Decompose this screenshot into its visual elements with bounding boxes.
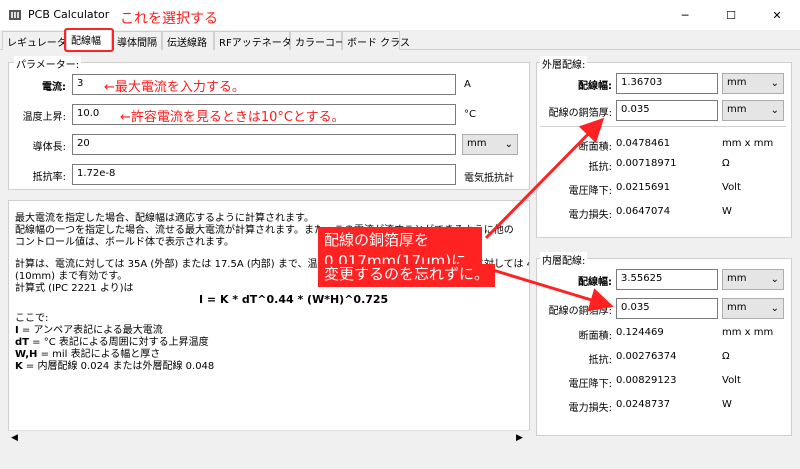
chevron-down-icon: ⌄ — [504, 139, 513, 150]
annotation-allowable-temp: ←許容電流を見るときは10°Cとする。 — [120, 110, 345, 125]
int-resistance-value: 0.00276374 — [616, 351, 677, 362]
annotation-copper-line: 配線の銅箔厚を — [324, 231, 430, 249]
tab-bar: レギュレーター 配線幅 導体間隔 伝送線路 RFアッテネーター カラーコード ボ… — [0, 29, 800, 51]
def-key: K — [15, 361, 23, 372]
ext-power-loss-value: 0.0647074 — [616, 206, 671, 217]
scroll-left-icon[interactable]: ◀ — [11, 433, 18, 443]
ext-thickness-unit: mm — [727, 104, 747, 115]
chevron-down-icon: ⌄ — [770, 78, 779, 89]
annotation-copper-line: 変更するのを忘れずに。 — [324, 265, 490, 283]
ext-resistance-label: 抵抗: — [588, 162, 612, 173]
ext-width-label: 配線幅: — [578, 81, 612, 92]
internal-legend: 内層配線: — [540, 252, 588, 267]
window-title: PCB Calculator — [28, 8, 110, 21]
int-width-unit-select[interactable]: mm ⌄ — [722, 269, 784, 290]
tab-color-code[interactable]: カラーコード — [290, 31, 355, 50]
ext-thickness-input[interactable]: 0.035 — [616, 100, 718, 121]
ext-resistance-unit: Ω — [722, 158, 730, 169]
def-text: = 内層配線 0.024 または外層配線 0.048 — [22, 361, 215, 372]
tab-clearance[interactable]: 導体間隔 — [112, 31, 162, 50]
int-voltage-drop-value: 0.00829123 — [616, 375, 677, 386]
int-resistance-unit: Ω — [722, 351, 730, 362]
parameters-legend: パラメーター: — [14, 56, 82, 71]
chevron-down-icon: ⌄ — [770, 274, 779, 285]
minimize-icon: ─ — [681, 8, 689, 22]
chevron-down-icon: ⌄ — [770, 303, 779, 314]
maximize-button[interactable]: ☐ — [708, 0, 754, 30]
temp-rise-label: 温度上昇: — [22, 112, 66, 123]
current-unit: A — [464, 79, 471, 90]
ext-voltage-drop-unit: Volt — [722, 182, 741, 193]
ext-width-unit-select[interactable]: mm ⌄ — [722, 73, 784, 94]
int-power-loss-unit: W — [722, 399, 732, 410]
app-icon — [8, 8, 22, 22]
horizontal-scrollbar[interactable]: ◀ ▶ — [8, 430, 530, 447]
scroll-right-icon[interactable]: ▶ — [516, 433, 523, 443]
int-width-input[interactable]: 3.55625 — [616, 269, 718, 290]
int-area-unit: mm x mm — [722, 327, 774, 338]
tab-regulator[interactable]: レギュレーター — [2, 31, 77, 50]
resistivity-unit: 電気抵抗計 — [464, 173, 514, 184]
annotation-select-this: これを選択する — [120, 11, 218, 27]
formula: I = K * dT^0.44 * (W*H)^0.725 — [199, 293, 389, 306]
annotation-enter-current: ←最大電流を入力する。 — [104, 80, 245, 95]
external-legend: 外層配線: — [540, 56, 588, 71]
int-thickness-input[interactable]: 0.035 — [616, 298, 718, 319]
conductor-length-label: 導体長: — [32, 142, 66, 153]
int-power-loss-label: 電力損失: — [568, 403, 612, 414]
ext-area-unit: mm x mm — [722, 138, 774, 149]
ext-power-loss-label: 電力損失: — [568, 210, 612, 221]
int-thickness-unit: mm — [727, 302, 747, 313]
resistivity-label: 抵抗率: — [32, 172, 66, 183]
annotation-copper-note-tail: 変更するのを忘れずに。 — [318, 264, 496, 287]
ext-width-unit: mm — [727, 77, 747, 88]
tab-transmission-line[interactable]: 伝送線路 — [162, 31, 214, 50]
minimize-button[interactable]: ─ — [662, 0, 708, 30]
help-line: コントロール値は、ボールド体で表示されます。 — [15, 237, 234, 248]
resistivity-input[interactable]: 1.72e-8 — [72, 164, 456, 185]
ext-width-input[interactable]: 1.36703 — [616, 73, 718, 94]
ext-resistance-value: 0.00718971 — [616, 158, 677, 169]
int-width-label: 配線幅: — [578, 277, 612, 288]
conductor-length-unit-select[interactable]: mm ⌄ — [462, 134, 518, 155]
help-line: 計算式 (IPC 2221 より)は — [15, 283, 134, 294]
divider — [540, 126, 786, 127]
tab-board-class[interactable]: ボード クラス — [342, 31, 410, 50]
int-resistance-label: 抵抗: — [588, 355, 612, 366]
ext-power-loss-unit: W — [722, 206, 732, 217]
highlight-frame — [64, 28, 114, 52]
ext-area-value: 0.0478461 — [616, 138, 671, 149]
maximize-icon: ☐ — [726, 8, 736, 22]
int-area-label: 断面積: — [578, 331, 612, 342]
conductor-length-unit: mm — [467, 138, 487, 149]
current-label: 電流: — [42, 82, 66, 93]
ext-thickness-label: 配線の銅箔厚: — [548, 108, 612, 119]
int-voltage-drop-unit: Volt — [722, 375, 741, 386]
int-voltage-drop-label: 電圧降下: — [568, 379, 612, 390]
temp-rise-unit: °C — [464, 109, 476, 120]
int-thickness-unit-select[interactable]: mm ⌄ — [722, 298, 784, 319]
ext-voltage-drop-value: 0.0215691 — [616, 182, 671, 193]
close-button[interactable]: ✕ — [754, 0, 800, 30]
ext-area-label: 断面積: — [578, 142, 612, 153]
ext-voltage-drop-label: 電圧降下: — [568, 186, 612, 197]
int-power-loss-value: 0.0248737 — [616, 399, 671, 410]
int-area-value: 0.124469 — [616, 327, 664, 338]
close-icon: ✕ — [772, 8, 782, 22]
chevron-down-icon: ⌄ — [770, 105, 779, 116]
int-thickness-label: 配線の銅箔厚: — [548, 306, 612, 317]
conductor-length-input[interactable]: 20 — [72, 134, 456, 155]
ext-thickness-unit-select[interactable]: mm ⌄ — [722, 100, 784, 121]
tab-rf-attenuator[interactable]: RFアッテネーター — [214, 31, 302, 50]
int-width-unit: mm — [727, 273, 747, 284]
